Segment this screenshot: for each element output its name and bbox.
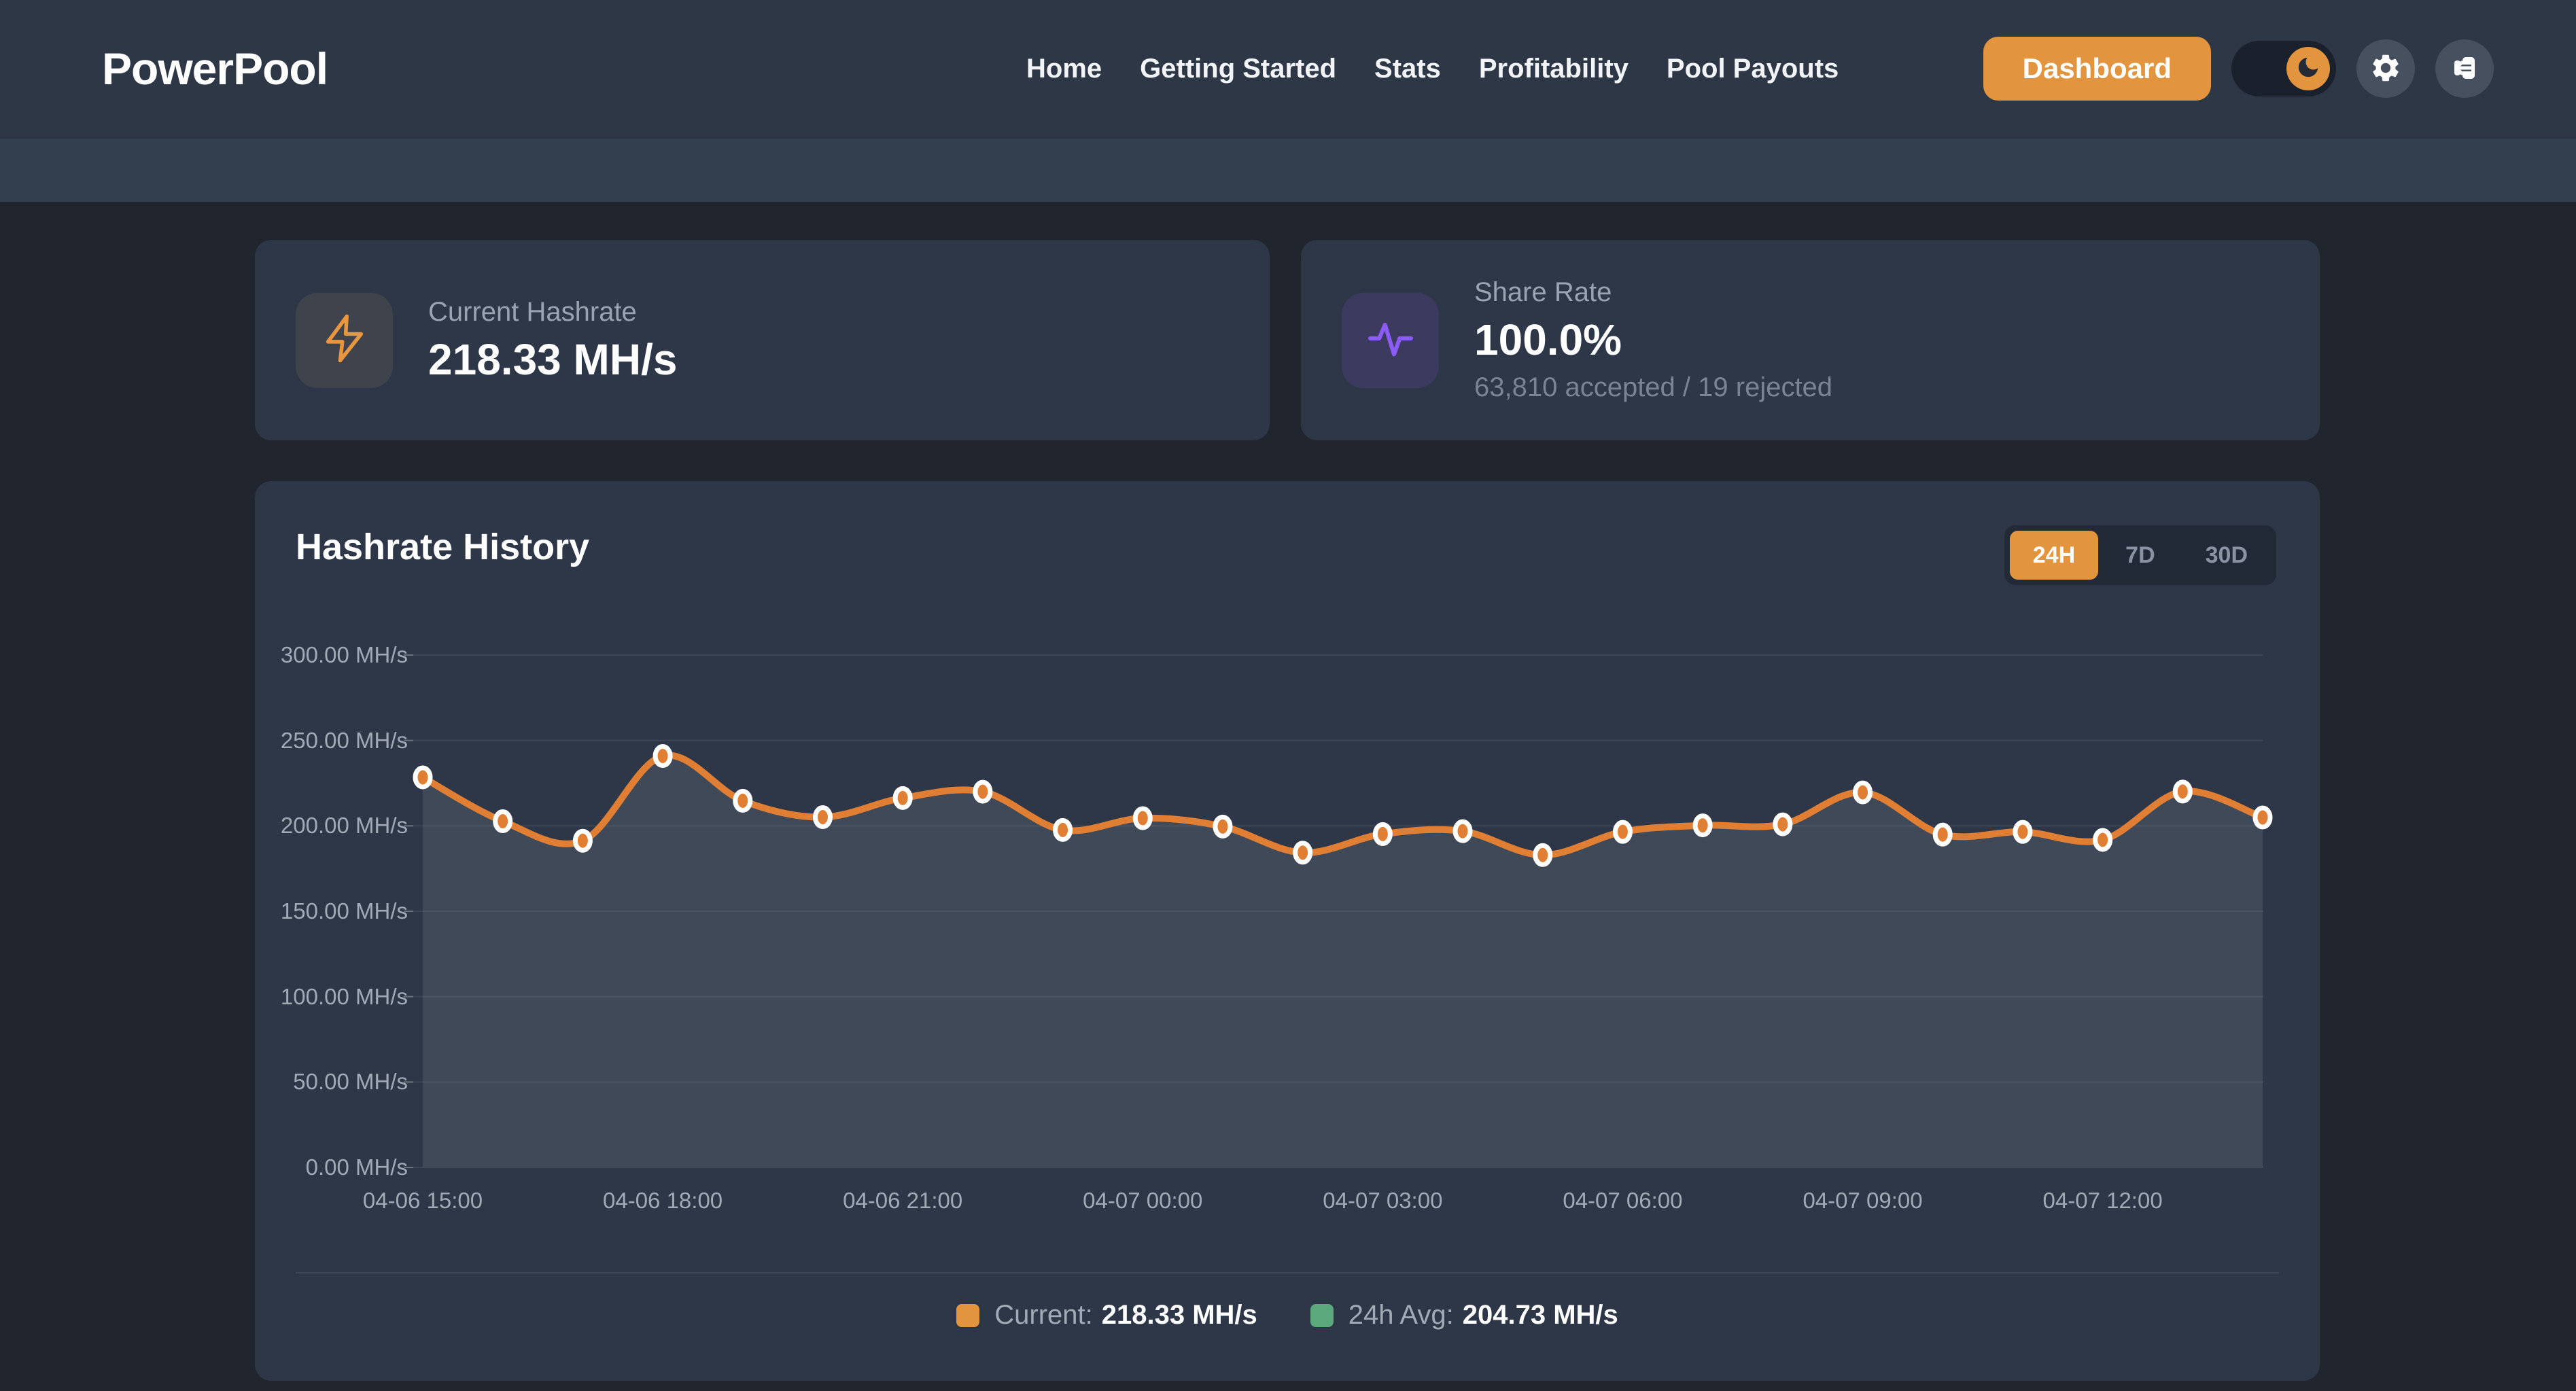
x-axis-label: 04-07 06:00 xyxy=(1563,1188,1682,1214)
moon-icon xyxy=(2295,54,2321,84)
brand-logo: PowerPool xyxy=(102,43,328,94)
nav-link-stats[interactable]: Stats xyxy=(1374,54,1441,84)
x-axis-label: 04-06 18:00 xyxy=(603,1188,723,1214)
x-axis-label: 04-07 12:00 xyxy=(2043,1188,2163,1214)
stat-label: Share Rate xyxy=(1474,277,1832,308)
range-button-7d[interactable]: 7D xyxy=(2102,531,2178,580)
page-header-band xyxy=(0,137,2576,202)
chart-point xyxy=(1615,822,1630,841)
chart-point xyxy=(2095,830,2110,849)
chart-point xyxy=(1455,822,1470,841)
stat-subtext: 63,810 accepted / 19 rejected xyxy=(1474,372,1832,403)
logout-icon xyxy=(2448,52,2481,86)
stat-icon-box xyxy=(296,293,393,388)
stat-value: 100.0% xyxy=(1474,317,1832,363)
y-axis-label: 250.00 MH/s xyxy=(255,728,408,754)
range-toggle-group: 24H7D30D xyxy=(2004,525,2276,585)
chart-point xyxy=(815,808,830,827)
y-axis-label: 300.00 MH/s xyxy=(255,642,408,668)
stat-card-current-hashrate: Current Hashrate 218.33 MH/s xyxy=(255,240,1270,440)
chart-point xyxy=(1695,816,1710,835)
stat-card-share-rate: Share Rate 100.0% 63,810 accepted / 19 r… xyxy=(1301,240,2320,440)
powerpool-dashboard: PowerPool Home Getting Started Stats Profit… xyxy=(0,0,2576,1391)
chart-point xyxy=(2175,782,2190,801)
chart-area xyxy=(423,755,2263,1167)
range-button-24h[interactable]: 24H xyxy=(2010,531,2098,580)
chart-point xyxy=(1775,815,1790,834)
x-axis-label: 04-07 09:00 xyxy=(1803,1188,1922,1214)
range-button-30d[interactable]: 30D xyxy=(2182,531,2271,580)
hashrate-chart xyxy=(413,632,2263,1182)
main-nav: Home Getting Started Stats Profitability Poo… xyxy=(1026,0,1839,137)
chart-point xyxy=(1935,825,1950,844)
legend-swatch xyxy=(956,1304,979,1327)
divider xyxy=(296,1272,2279,1273)
chart-point xyxy=(975,782,990,801)
chart-point xyxy=(1135,809,1150,828)
legend-item: Current: 218.33 MH/s xyxy=(956,1300,1257,1331)
lightning-bolt-icon xyxy=(318,312,371,368)
dashboard-button[interactable]: Dashboard xyxy=(1983,37,2211,101)
stat-label: Current Hashrate xyxy=(428,297,677,328)
logout-button[interactable] xyxy=(2435,39,2494,98)
y-axis-label: 0.00 MH/s xyxy=(255,1155,408,1180)
x-axis-label: 04-06 15:00 xyxy=(363,1188,483,1214)
legend-swatch xyxy=(1310,1304,1334,1327)
chart-point xyxy=(1215,817,1230,836)
nav-link-home[interactable]: Home xyxy=(1026,54,1102,84)
navbar: PowerPool Home Getting Started Stats Profit… xyxy=(0,0,2576,137)
chart-point xyxy=(1856,783,1870,802)
chart-point xyxy=(735,791,750,810)
stat-value: 218.33 MH/s xyxy=(428,337,677,383)
chart-point xyxy=(1375,824,1390,843)
y-axis-label: 50.00 MH/s xyxy=(255,1069,408,1095)
nav-link-pool-payouts[interactable]: Pool Payouts xyxy=(1667,54,1839,84)
legend-value: 204.73 MH/s xyxy=(1463,1300,1618,1331)
chart-point xyxy=(2015,822,2030,841)
gear-icon xyxy=(2369,52,2402,86)
x-axis-label: 04-07 00:00 xyxy=(1083,1188,1202,1214)
nav-link-getting-started[interactable]: Getting Started xyxy=(1140,54,1336,84)
chart-point xyxy=(1056,820,1071,839)
theme-toggle-knob xyxy=(2286,47,2330,90)
y-axis-label: 200.00 MH/s xyxy=(255,813,408,839)
x-axis-label: 04-06 21:00 xyxy=(843,1188,962,1214)
hashrate-history-card: Hashrate History 24H7D30D 300.00 MH/s 250… xyxy=(255,481,2320,1381)
legend-item: 24h Avg: 204.73 MH/s xyxy=(1310,1300,1618,1331)
chart-point xyxy=(415,768,430,787)
legend-label: Current: xyxy=(994,1300,1093,1331)
header-actions: Dashboard xyxy=(1983,0,2494,137)
nav-link-profitability[interactable]: Profitability xyxy=(1479,54,1629,84)
chart-title: Hashrate History xyxy=(296,526,589,568)
stat-icon-box xyxy=(1342,293,1439,388)
chart-legend: Current: 218.33 MH/s 24h Avg: 204.73 MH/s xyxy=(255,1300,2320,1331)
y-axis-label: 100.00 MH/s xyxy=(255,984,408,1010)
settings-button[interactable] xyxy=(2356,39,2415,98)
legend-label: 24h Avg: xyxy=(1348,1300,1454,1331)
theme-toggle[interactable] xyxy=(2231,41,2336,96)
chart-point xyxy=(2255,808,2270,827)
legend-value: 218.33 MH/s xyxy=(1102,1300,1257,1331)
activity-pulse-icon xyxy=(1363,311,1418,369)
y-axis-label: 150.00 MH/s xyxy=(255,898,408,924)
chart-point xyxy=(1295,843,1310,862)
chart-point xyxy=(1535,845,1550,864)
chart-point xyxy=(495,812,510,831)
x-axis-label: 04-07 03:00 xyxy=(1323,1188,1442,1214)
chart-point xyxy=(575,831,590,850)
chart-point xyxy=(895,788,910,807)
chart-point xyxy=(655,747,670,766)
